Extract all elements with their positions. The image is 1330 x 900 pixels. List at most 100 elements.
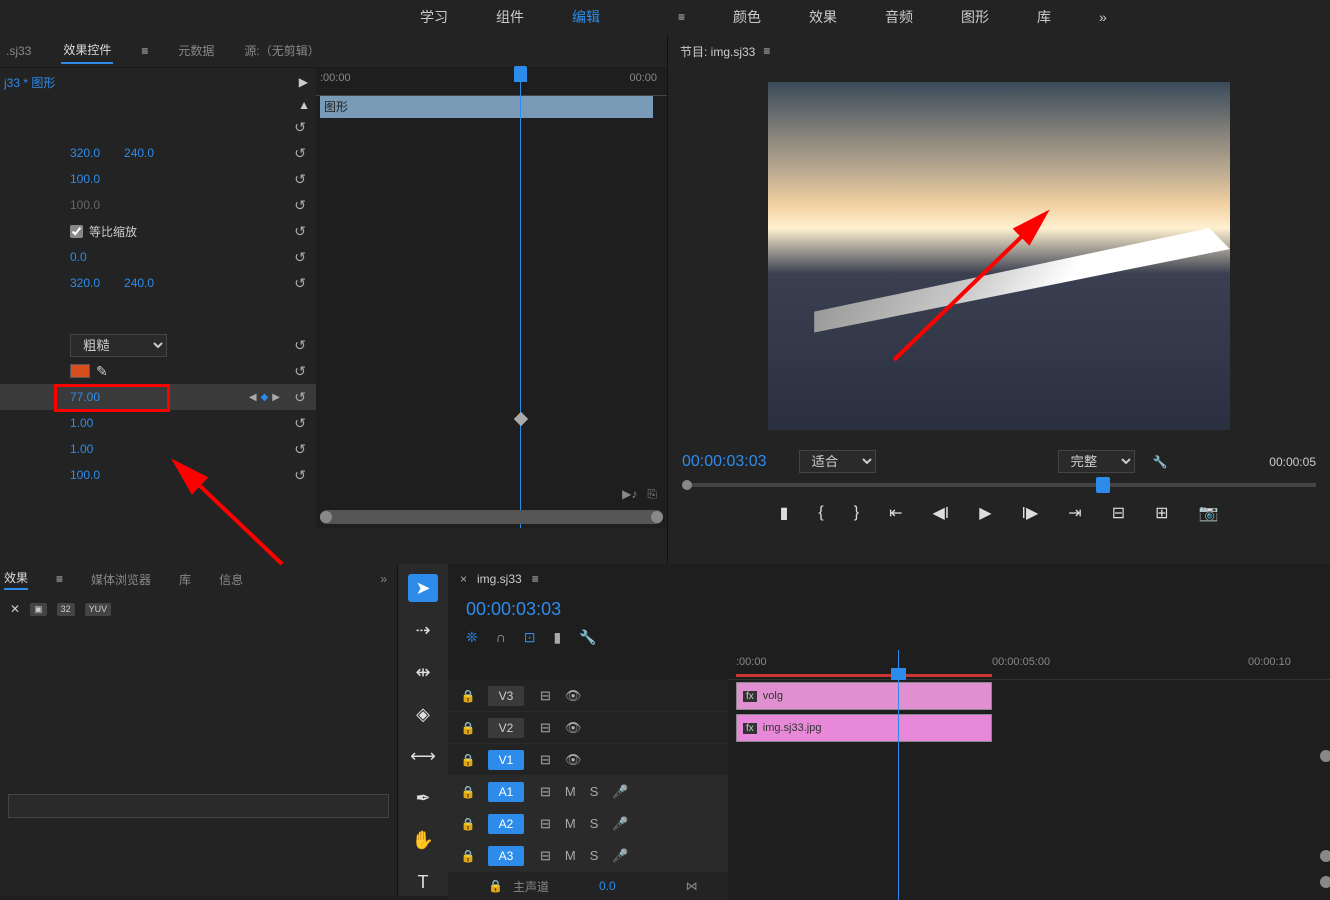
track-a1-label[interactable]: A1 (488, 782, 524, 802)
reset-icon[interactable]: ↺ (294, 389, 306, 406)
lock-icon[interactable]: 🔒 (448, 721, 488, 735)
prev-keyframe-icon[interactable]: ◀ (249, 392, 257, 403)
program-timecode[interactable]: 00:00:03:03 (682, 453, 767, 471)
tab-overflow[interactable]: » (1099, 9, 1107, 25)
reset-icon[interactable]: ↺ (294, 337, 306, 354)
roughen-dropdown[interactable]: 粗糙 (70, 334, 167, 357)
program-scrubber[interactable] (682, 483, 1316, 487)
go-to-in-icon[interactable]: ⇤ (889, 503, 902, 523)
mute-icon[interactable]: M (565, 816, 576, 831)
et-icon-2[interactable]: ⎘ (647, 487, 657, 502)
sequence-name[interactable]: img.sj33 (477, 572, 522, 586)
tab-graphics[interactable]: 图形 (961, 7, 989, 27)
et-icon-1[interactable]: ▶♪ (622, 487, 637, 502)
quality-dropdown[interactable]: 完整 (1058, 450, 1135, 473)
uniform-scale-checkbox[interactable] (70, 225, 83, 238)
reset-icon[interactable]: ↺ (294, 171, 306, 188)
tab-menu-icon[interactable]: ≡ (141, 44, 148, 58)
program-menu-icon[interactable]: ≡ (763, 44, 770, 58)
program-canvas[interactable] (768, 82, 1230, 430)
tab-metadata[interactable]: 元数据 (176, 38, 216, 63)
track-select-tool[interactable]: ⇢ (408, 616, 438, 644)
mic-icon[interactable]: 🎤 (612, 848, 628, 864)
reset-icon[interactable]: ↺ (294, 467, 306, 484)
effect-timeline[interactable]: :00:00 00:00 图形 ▶♪ ⎘ (316, 68, 667, 528)
tab-menu-icon[interactable]: ≡ (56, 572, 63, 586)
linked-selection-icon[interactable]: ⊡ (524, 629, 536, 646)
hand-tool[interactable]: ✋ (408, 826, 438, 854)
reset-icon[interactable]: ↺ (294, 145, 306, 162)
mute-icon[interactable]: M (565, 848, 576, 863)
tab-learn[interactable]: 学习 (420, 7, 448, 27)
selection-tool[interactable]: ➤ (408, 574, 438, 602)
go-to-out-icon[interactable]: ⇥ (1068, 503, 1081, 523)
color-swatch[interactable] (70, 364, 90, 378)
work-area-bar[interactable] (736, 674, 992, 677)
tab-effects[interactable]: 效果 (809, 7, 837, 27)
toggle-output-icon[interactable]: ⊟ (540, 688, 551, 704)
mic-icon[interactable]: 🎤 (612, 816, 628, 832)
tab-effect-controls[interactable]: 效果控件 (61, 37, 113, 64)
sequence-menu-icon[interactable]: ≡ (532, 572, 539, 586)
track-v1-label[interactable]: V1 (488, 750, 524, 770)
tab-library[interactable]: 库 (1037, 7, 1051, 27)
reset-icon[interactable]: ↺ (294, 275, 306, 292)
toggle-output-icon[interactable]: ⊟ (540, 848, 551, 864)
master-volume[interactable]: 0.0 (599, 879, 616, 893)
track-v3-label[interactable]: V3 (488, 686, 524, 706)
tab-source[interactable]: 源:（无剪辑） (244, 42, 319, 59)
zoom-handle[interactable] (1320, 876, 1330, 888)
track-a2-label[interactable]: A2 (488, 814, 524, 834)
play-icon[interactable]: ▶ (299, 75, 308, 89)
slip-tool[interactable]: ⟷ (408, 742, 438, 770)
play-icon[interactable]: ▶ (979, 503, 991, 523)
et-scrollbar[interactable] (320, 510, 663, 524)
next-keyframe-icon[interactable]: ▶ (272, 392, 280, 403)
lock-icon[interactable]: 🔒 (488, 879, 503, 893)
reset-icon[interactable]: ↺ (294, 441, 306, 458)
toggle-output-icon[interactable]: ⊟ (540, 752, 551, 768)
solo-icon[interactable]: S (590, 848, 599, 863)
keyframe-marker[interactable] (514, 412, 528, 426)
close-sequence-icon[interactable]: × (460, 572, 467, 586)
tab-assembly[interactable]: 组件 (496, 7, 524, 27)
toggle-visibility-icon[interactable]: 👁 (565, 720, 582, 736)
lock-icon[interactable]: 🔒 (448, 785, 488, 799)
toggle-output-icon[interactable]: ⊟ (540, 720, 551, 736)
reset-icon[interactable]: ↺ (294, 223, 306, 240)
zoom-handle[interactable] (1320, 850, 1330, 862)
fit-dropdown[interactable]: 适合 (799, 450, 876, 473)
tab-color[interactable]: 颜色 (733, 7, 761, 27)
mark-in-icon[interactable]: ▮ (780, 503, 789, 523)
lock-icon[interactable]: 🔒 (448, 753, 488, 767)
reset-icon[interactable]: ↺ (294, 119, 306, 136)
toggle-visibility-icon[interactable]: 👁 (565, 688, 582, 704)
tab-media-browser[interactable]: 媒体浏览器 (91, 571, 151, 588)
rotation-value[interactable]: 0.0 (70, 250, 87, 264)
reset-icon[interactable]: ↺ (294, 197, 306, 214)
track-a3-label[interactable]: A3 (488, 846, 524, 866)
clip-v1[interactable]: fximg.sj33.jpg (736, 714, 992, 742)
eyedropper-icon[interactable]: ✎ (96, 363, 108, 380)
scale-value[interactable]: 100.0 (70, 172, 100, 186)
mark-out-bracket-icon[interactable]: } (854, 504, 859, 522)
tab-edit-menu[interactable]: ≡ (678, 10, 685, 24)
tab-library-browser[interactable]: 库 (179, 571, 191, 588)
val-1[interactable]: 1.00 (70, 416, 93, 430)
anchor-y[interactable]: 240.0 (124, 276, 154, 290)
reset-icon[interactable]: ↺ (294, 415, 306, 432)
tab-overflow[interactable]: » (380, 572, 387, 586)
lock-icon[interactable]: 🔒 (448, 849, 488, 863)
razor-tool[interactable]: ◈ (408, 700, 438, 728)
settings-icon[interactable]: 🔧 (1153, 455, 1168, 469)
collapse-icon[interactable]: ▲ (298, 98, 310, 112)
et-playhead[interactable] (520, 68, 521, 528)
clip-v2[interactable]: fxvolg (736, 682, 992, 710)
expand-icon[interactable]: ⋈ (686, 879, 698, 893)
position-y[interactable]: 240.0 (124, 146, 154, 160)
val-3[interactable]: 100.0 (70, 468, 100, 482)
timeline-playhead[interactable] (898, 650, 899, 900)
preset-icon-32[interactable]: 32 (57, 603, 75, 616)
reset-icon[interactable]: ↺ (294, 363, 306, 380)
zoom-handle[interactable] (1320, 750, 1330, 762)
